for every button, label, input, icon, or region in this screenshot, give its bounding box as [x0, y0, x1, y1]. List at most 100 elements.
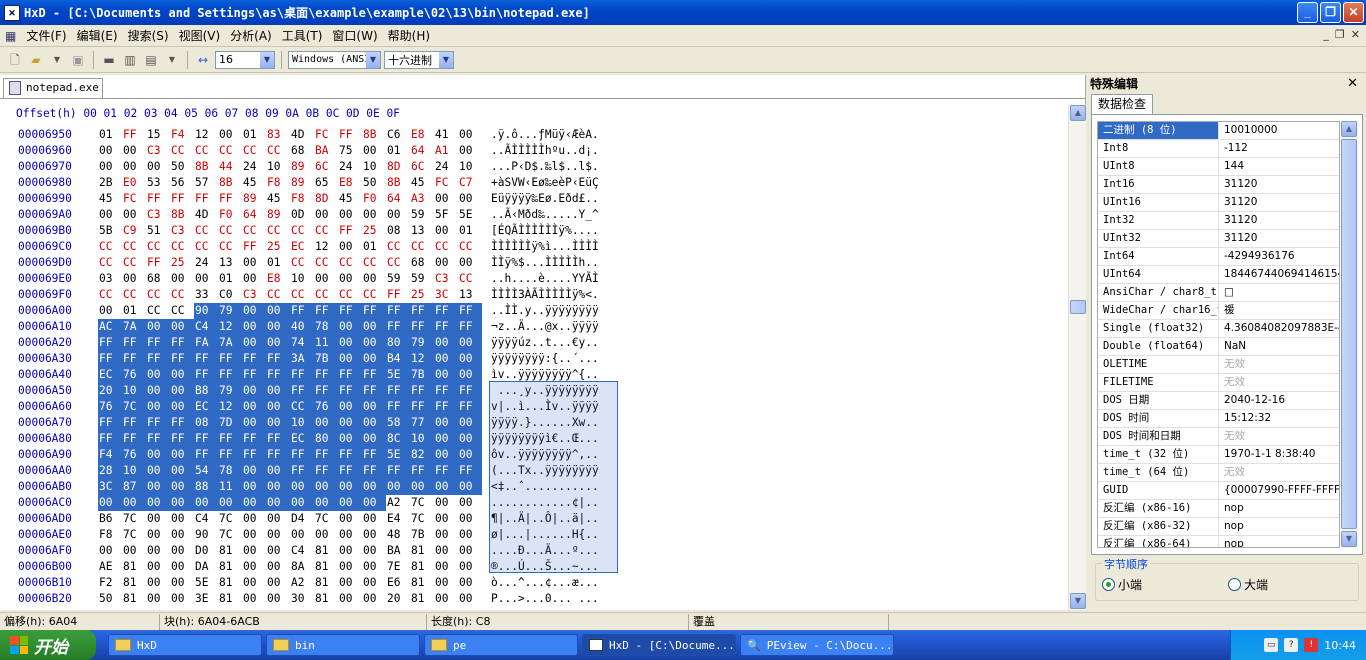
byte-cell[interactable]: 00: [242, 559, 266, 575]
byte-cell[interactable]: 12: [218, 399, 242, 415]
byte-cell[interactable]: CC: [434, 239, 458, 255]
byte-cell[interactable]: EC: [194, 399, 218, 415]
byte-cell[interactable]: 00: [362, 399, 386, 415]
inspector-row[interactable]: DOS 日期 2040-12-16: [1098, 392, 1339, 410]
byte-cell[interactable]: C0: [218, 287, 242, 303]
byte-cell[interactable]: 00: [338, 351, 362, 367]
byte-cell[interactable]: 00: [242, 495, 266, 511]
byte-cell[interactable]: 00: [338, 575, 362, 591]
byte-cell[interactable]: FF: [362, 383, 386, 399]
byte-cell[interactable]: 00: [434, 559, 458, 575]
offset-base-select[interactable]: 十六进制 ▼: [384, 50, 454, 69]
byte-cell[interactable]: 00: [314, 495, 338, 511]
byte-cell[interactable]: 01: [386, 143, 410, 159]
byte-cell[interactable]: 15: [146, 127, 170, 143]
byte-cell[interactable]: 45: [410, 175, 434, 191]
scroll-down-icon[interactable]: ▼: [1341, 531, 1357, 547]
disk-icon[interactable]: ▬: [100, 51, 118, 69]
ascii-cell[interactable]: ..ÌÌ.y..ÿÿÿÿÿÿÿÿ: [491, 303, 599, 319]
inspector-value[interactable]: 4.36084082097883E-41: [1220, 320, 1339, 337]
byte-cell[interactable]: 00: [122, 143, 146, 159]
byte-cell[interactable]: 30: [290, 591, 314, 607]
ascii-cell[interactable]: ÌÌÿ%$...ÌÌÌÌÌh..: [491, 255, 599, 271]
byte-cell[interactable]: CC: [266, 287, 290, 303]
byte-cell[interactable]: 00: [458, 431, 482, 447]
byte-cell[interactable]: C6: [386, 127, 410, 143]
byte-cell[interactable]: 00: [386, 479, 410, 495]
byte-cell[interactable]: 50: [362, 175, 386, 191]
byte-cell[interactable]: 0D: [290, 207, 314, 223]
byte-cell[interactable]: C3: [434, 271, 458, 287]
byte-cell[interactable]: 6C: [314, 159, 338, 175]
byte-cell[interactable]: 00: [146, 527, 170, 543]
byte-cell[interactable]: EC: [98, 367, 122, 383]
big-endian-radio[interactable]: 大端: [1228, 576, 1268, 593]
inspector-grid[interactable]: 二进制 (8 位) 10010000 Int8 -112 UInt8 144 Int16 31…: [1097, 121, 1340, 548]
byte-cell[interactable]: FF: [194, 367, 218, 383]
inspector-row[interactable]: WideChar / char16_t 禐: [1098, 302, 1339, 320]
minimize-button[interactable]: _: [1297, 2, 1318, 23]
byte-cell[interactable]: C3: [170, 223, 194, 239]
byte-cell[interactable]: 25: [410, 287, 434, 303]
byte-cell[interactable]: 12: [410, 351, 434, 367]
byte-cell[interactable]: 00: [338, 399, 362, 415]
byte-cell[interactable]: 7C: [314, 511, 338, 527]
byte-cell[interactable]: 00: [242, 527, 266, 543]
byte-cell[interactable]: 77: [410, 415, 434, 431]
byte-cell[interactable]: 3C: [98, 479, 122, 495]
byte-cell[interactable]: 00: [338, 479, 362, 495]
byte-cell[interactable]: 79: [218, 383, 242, 399]
byte-cell[interactable]: FF: [266, 447, 290, 463]
byte-cell[interactable]: 00: [266, 463, 290, 479]
byte-cell[interactable]: 00: [410, 479, 434, 495]
byte-cell[interactable]: 6C: [410, 159, 434, 175]
byte-cell[interactable]: FF: [338, 367, 362, 383]
byte-cell[interactable]: 33: [194, 287, 218, 303]
byte-cell[interactable]: FF: [218, 367, 242, 383]
scroll-down-icon[interactable]: ▼: [1070, 593, 1086, 609]
byte-cell[interactable]: 00: [458, 335, 482, 351]
inspector-value[interactable]: -4294936176: [1220, 248, 1339, 265]
byte-cell[interactable]: E4: [386, 511, 410, 527]
byte-cell[interactable]: 00: [362, 207, 386, 223]
byte-cell[interactable]: 00: [338, 239, 362, 255]
byte-cell[interactable]: F8: [98, 527, 122, 543]
byte-cell[interactable]: 81: [218, 575, 242, 591]
byte-cell[interactable]: CC: [122, 287, 146, 303]
byte-cell[interactable]: 11: [218, 479, 242, 495]
byte-cell[interactable]: 81: [314, 575, 338, 591]
byte-cell[interactable]: 7B: [410, 527, 434, 543]
byte-cell[interactable]: A2: [386, 495, 410, 511]
tab-data-inspector[interactable]: 数据检查: [1091, 94, 1154, 114]
menu-search[interactable]: 搜索(S): [123, 27, 174, 44]
byte-cell[interactable]: FF: [434, 383, 458, 399]
byte-cell[interactable]: FF: [242, 351, 266, 367]
byte-cell[interactable]: 2B: [98, 175, 122, 191]
byte-cell[interactable]: 00: [146, 383, 170, 399]
byte-cell[interactable]: 00: [242, 511, 266, 527]
byte-cell[interactable]: 00: [170, 463, 194, 479]
byte-cell[interactable]: 00: [434, 511, 458, 527]
byte-cell[interactable]: 00: [458, 447, 482, 463]
inspector-value[interactable]: 31120: [1220, 194, 1339, 211]
taskbar-item-hxd[interactable]: HxD: [108, 634, 262, 656]
ascii-cell[interactable]: ò...^...¢...æ...: [491, 575, 599, 591]
byte-cell[interactable]: 00: [242, 591, 266, 607]
byte-cell[interactable]: 13: [410, 223, 434, 239]
byte-cell[interactable]: 00: [146, 159, 170, 175]
byte-cell[interactable]: 00: [338, 591, 362, 607]
byte-cell[interactable]: FF: [410, 383, 434, 399]
byte-cell[interactable]: 81: [218, 559, 242, 575]
byte-cell[interactable]: 00: [362, 319, 386, 335]
byte-cell[interactable]: 24: [194, 255, 218, 271]
dropdown-arrow-icon[interactable]: ▼: [163, 51, 181, 69]
byte-cell[interactable]: FF: [410, 319, 434, 335]
inspector-scrollbar[interactable]: ▲ ▼: [1341, 121, 1358, 548]
byte-cell[interactable]: 00: [266, 383, 290, 399]
byte-cell[interactable]: FF: [170, 335, 194, 351]
byte-cell[interactable]: 00: [266, 303, 290, 319]
byte-cell[interactable]: 00: [194, 495, 218, 511]
open-folder-icon[interactable]: ▰: [27, 51, 45, 69]
save-icon[interactable]: ▣: [69, 51, 87, 69]
byte-cell[interactable]: 00: [338, 207, 362, 223]
